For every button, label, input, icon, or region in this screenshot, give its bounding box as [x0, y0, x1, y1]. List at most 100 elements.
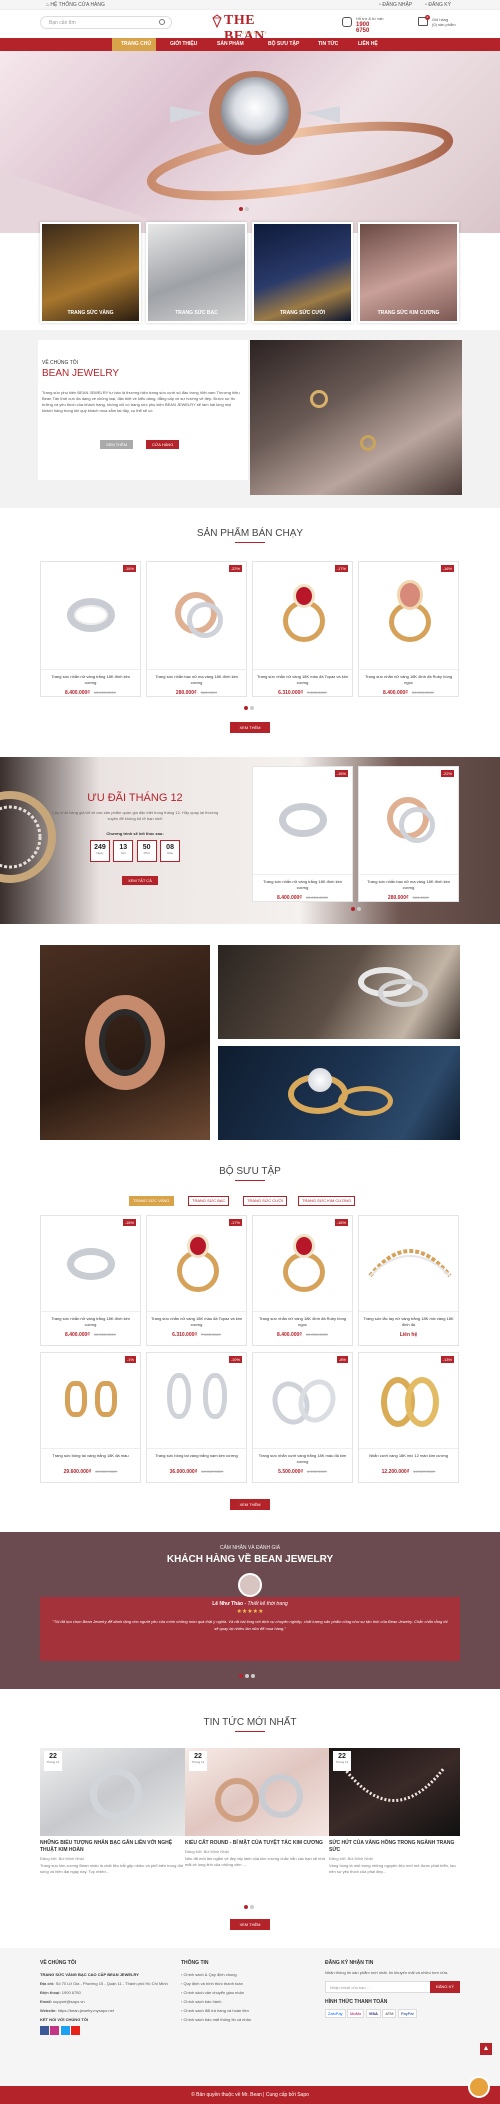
category-tile-silver[interactable]: TRANG SỨC BẠC [146, 222, 247, 323]
footer-link[interactable]: › Chính sách bảo mật thông tin cá nhân [181, 2015, 311, 2024]
news-headline[interactable]: KIỂU CẮT ROUND - BÍ MẬT CỦA TUYỆT TÁC KI… [185, 1840, 331, 1847]
gallery-image-3[interactable] [218, 1046, 460, 1140]
footer-link[interactable]: › Chính sách & Quy định chung [181, 1970, 311, 1979]
tab-diamond[interactable]: TRANG SỨC KIM CƯƠNG [298, 1196, 356, 1206]
product-card[interactable]: -22% Trang sức nhẫn bạc nữ mạ vàng 18K đ… [146, 561, 247, 697]
carousel-dot[interactable] [357, 907, 361, 911]
news-image[interactable]: 22 Tháng 12 [329, 1748, 460, 1836]
product-card[interactable]: -17% Trang sức nhẫn nữ vàng 18K màu đá T… [252, 561, 353, 697]
nav-collections[interactable]: BỘ SƯU TẬP [268, 41, 299, 47]
register-link[interactable]: ◔ ĐĂNG KÝ [424, 2, 451, 8]
product-name[interactable]: Trang sức nhẫn bạc nữ mạ vàng 18K đính k… [359, 875, 458, 895]
store-system-link[interactable]: ⌂ HỆ THỐNG CỬA HÀNG [46, 2, 105, 8]
product-name[interactable]: Nhẫn cưới vàng 18K mix 12 màn kim cương [359, 1449, 458, 1469]
testimonials-kicker: CẢM NHẬN VÀ ĐÁNH GIÁ [219, 1545, 281, 1551]
news-card[interactable]: 22 Tháng 12 KIỂU CẮT ROUND - BÍ MẬT CỦA T… [185, 1748, 331, 1868]
gallery-image-2[interactable] [218, 945, 460, 1039]
twitter-icon[interactable] [60, 2026, 70, 2035]
back-to-top-button[interactable]: ▲ [480, 2043, 492, 2055]
carousel-dot[interactable] [245, 1674, 249, 1678]
product-name[interactable]: Trang sức nhẫn nữ vàng 18K đính đá Ruby … [359, 670, 458, 690]
product-name[interactable]: Trang sức nhẫn nữ vàng trắng 18K đính ki… [41, 1312, 140, 1332]
youtube-icon[interactable] [71, 2026, 81, 2035]
about-more-button[interactable]: XEM THÊM [100, 440, 134, 449]
login-link[interactable]: ◔ ĐĂNG NHẬP [378, 2, 412, 8]
news-card[interactable]: 22 Tháng 12 NHỮNG BIỂU TƯỢNG NHẪN BẠC GẮN… [40, 1748, 186, 1875]
product-name[interactable]: Trang sức nhẫn bạc nữ mạ vàng 18K đính k… [147, 670, 246, 690]
nav-contact[interactable]: LIÊN HỆ [358, 41, 378, 47]
product-card[interactable]: -16% Trang sức nhẫn nữ vàng trắng 18K đí… [40, 1215, 141, 1346]
product-name[interactable]: Trang sức lắc tay nữ vàng trắng 18K mix … [359, 1312, 458, 1332]
footer-website-value[interactable]: https://bean-jewelry.mysapo.net [58, 2008, 114, 2013]
carousel-dot[interactable] [244, 1905, 248, 1909]
news-headline[interactable]: SỨC HÚT CỦA VÀNG HỒNG TRONG NGÀNH TRANG … [329, 1840, 460, 1854]
product-card[interactable]: -10% Trang sức bông tai vàng trắng nạm k… [146, 1352, 247, 1483]
footer-link[interactable]: › Chính sách vận chuyển giao nhận [181, 1988, 311, 1997]
collection-more-button[interactable]: XEM THÊM [230, 1499, 270, 1510]
nav-home[interactable]: TRANG CHỦ [121, 41, 151, 47]
carousel-dot[interactable] [250, 1905, 254, 1909]
product-name[interactable]: Trang sức nhẫn nữ vàng 18K màu đá Topaz … [147, 1312, 246, 1332]
news-card[interactable]: 22 Tháng 12 SỨC HÚT CỦA VÀNG HỒNG TRONG N… [329, 1748, 460, 1875]
product-card[interactable]: -1% Trang sức bông tai vàng trắng 18K đá… [40, 1352, 141, 1483]
carousel-dot[interactable] [251, 1674, 255, 1678]
footer-email-value[interactable]: support@sapo.vn [53, 1999, 84, 2004]
news-more-button[interactable]: XEM THÊM [230, 1919, 270, 1930]
about-store-button[interactable]: CỬA HÀNG [146, 440, 180, 449]
tab-silver[interactable]: TRANG SỨC BẠC [188, 1196, 230, 1206]
carousel-dot[interactable] [244, 706, 248, 710]
footer-link[interactable]: › Quy định và hình thức thanh toán [181, 1979, 311, 1988]
bestsellers-more-button[interactable]: XEM THÊM [230, 722, 270, 733]
gallery-image-1[interactable] [40, 945, 210, 1140]
news-image[interactable]: 22 Tháng 12 [40, 1748, 186, 1836]
category-tile-diamond[interactable]: TRANG SỨC KIM CƯƠNG [358, 222, 459, 323]
category-tile-wedding[interactable]: TRANG SỨC CƯỚI [252, 222, 353, 323]
product-card[interactable]: -8% Trang sức nhẫn cưới vàng trắng 18K m… [252, 1352, 353, 1483]
product-card[interactable]: -13% Nhẫn cưới vàng 18K mix 12 màn kim c… [358, 1352, 459, 1483]
product-name[interactable]: Trang sức nhẫn nữ vàng trắng 18K đính ki… [41, 670, 140, 690]
hero-dot[interactable] [245, 207, 249, 211]
product-name[interactable]: Trang sức nhẫn nữ vàng 18K đính đá Ruby … [253, 1312, 352, 1332]
instagram-icon[interactable] [50, 2026, 60, 2035]
footer-phone-value[interactable]: 1900 6750 [62, 1990, 81, 1995]
tab-gold[interactable]: TRANG SỨC VÀNG [129, 1196, 174, 1206]
product-card[interactable]: Trang sức lắc tay nữ vàng trắng 18K mix … [358, 1215, 459, 1346]
promo-product-card[interactable]: -16% Trang sức nhẫn nữ vàng trắng 18K đí… [252, 766, 353, 902]
nav-news[interactable]: TIN TỨC [318, 41, 338, 47]
tab-wedding[interactable]: TRANG SỨC CƯỚI [243, 1196, 288, 1206]
footer-link[interactable]: › Chính sách bảo hành [181, 1997, 311, 2006]
discount-badge: -8% [336, 1356, 348, 1363]
product-name[interactable]: Trang sức nhẫn nữ vàng 18K màu đá Topaz … [253, 670, 352, 690]
footer-website: Website: https://bean-jewelry.mysapo.net [40, 2006, 180, 2015]
promo-product-card[interactable]: -22% Trang sức nhẫn bạc nữ mạ vàng 18K đ… [358, 766, 459, 902]
carousel-dot[interactable] [239, 1674, 243, 1678]
hero-banner[interactable] [0, 51, 500, 233]
product-name[interactable]: Trang sức nhẫn cưới vàng trắng 18K màu đ… [253, 1449, 352, 1469]
search-input[interactable]: Bạn cần tìm [40, 16, 172, 29]
news-headline[interactable]: NHỮNG BIỂU TƯỢNG NHẪN BẠC GẮN LIỀN VỚI N… [40, 1840, 186, 1854]
nav-products[interactable]: SẢN PHẨM [217, 41, 244, 47]
facebook-icon[interactable] [40, 2026, 49, 2035]
category-tile-gold[interactable]: TRANG SỨC VÀNG [40, 222, 141, 323]
chat-bubble-icon[interactable] [468, 2076, 490, 2098]
product-card[interactable]: -16% Trang sức nhẫn nữ vàng 18K đính đá … [358, 561, 459, 697]
product-name[interactable]: Trang sức bông tai vàng trắng nạm kim cư… [147, 1449, 246, 1469]
product-name[interactable]: Trang sức bông tai vàng trắng 18K đá màu [41, 1449, 140, 1469]
search-icon[interactable] [159, 19, 165, 25]
product-card[interactable]: -16% Trang sức nhẫn nữ vàng trắng 18K đí… [40, 561, 141, 697]
product-card[interactable]: -16% Trang sức nhẫn nữ vàng 18K đính đá … [252, 1215, 353, 1346]
newsletter-email-input[interactable]: Nhập email của bạn... ĐĂNG KÝ [325, 1981, 460, 1993]
subscribe-button[interactable]: ĐĂNG KÝ [429, 1981, 460, 1993]
product-name[interactable]: Trang sức nhẫn nữ vàng trắng 18K đính ki… [253, 875, 352, 895]
nav-about[interactable]: GIỚI THIỆU [170, 41, 197, 47]
news-image[interactable]: 22 Tháng 12 [185, 1748, 331, 1836]
carousel-dot[interactable] [351, 907, 355, 911]
carousel-dot[interactable] [250, 706, 254, 710]
footer-link[interactable]: › Chính sách đổi trả hàng và hoàn tiền [181, 2006, 311, 2015]
discount-badge: -1% [124, 1356, 136, 1363]
product-card[interactable]: -17% Trang sức nhẫn nữ vàng 18K màu đá T… [146, 1215, 247, 1346]
product-old-price: 6.000.000₫ [306, 1469, 327, 1474]
promo-view-all-button[interactable]: XEM TẤT CẢ [122, 876, 158, 885]
hero-dot[interactable] [239, 207, 243, 211]
logo[interactable]: THE BEAN JEWELRY [210, 12, 290, 44]
